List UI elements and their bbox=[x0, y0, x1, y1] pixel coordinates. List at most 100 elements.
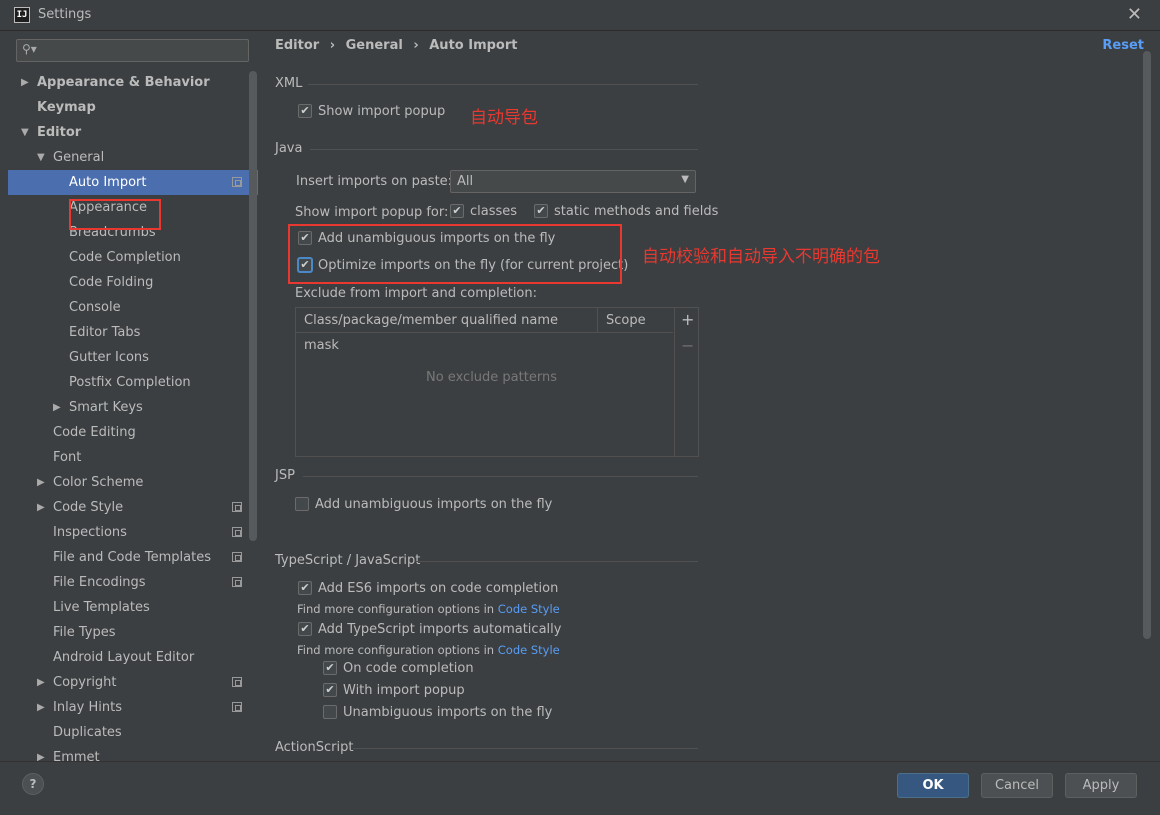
sidebar-item-label: General bbox=[53, 150, 105, 165]
chevron-right-icon[interactable]: ▶ bbox=[37, 745, 45, 761]
with-import-popup-checkbox[interactable]: ✔ With import popup bbox=[323, 682, 465, 701]
chevron-right-icon[interactable]: ▶ bbox=[37, 695, 45, 720]
sidebar-item-postfix-completion[interactable]: Postfix Completion bbox=[8, 370, 258, 395]
sidebar-item-label: Smart Keys bbox=[69, 400, 143, 415]
popup-classes-checkbox[interactable]: ✔ classes bbox=[450, 203, 517, 222]
checkbox-checked-icon: ✔ bbox=[298, 621, 312, 636]
sidebar-item-duplicates[interactable]: Duplicates bbox=[8, 720, 258, 745]
sidebar-item-label: File and Code Templates bbox=[53, 550, 211, 565]
chevron-right-icon[interactable]: ▶ bbox=[53, 395, 61, 420]
find-more-text: Find more configuration options in Code … bbox=[297, 602, 560, 616]
es6-imports-checkbox[interactable]: ✔ Add ES6 imports on code completion bbox=[298, 580, 558, 599]
sidebar-item-file-encodings[interactable]: File Encodings bbox=[8, 570, 258, 595]
sidebar-item-file-types[interactable]: File Types bbox=[8, 620, 258, 645]
help-button[interactable]: ? bbox=[22, 773, 44, 795]
search-input[interactable]: ⚲▾ bbox=[16, 39, 249, 62]
sidebar-item-label: File Types bbox=[53, 625, 116, 640]
sidebar-item-code-style[interactable]: ▶ Code Style bbox=[8, 495, 258, 520]
unambiguous-imports-checkbox[interactable]: Unambiguous imports on the fly bbox=[323, 704, 552, 723]
section-jsp-title: JSP bbox=[275, 468, 295, 483]
section-xml-title: XML bbox=[275, 76, 303, 91]
settings-sidebar: ⚲▾ ▶ Appearance & Behavior Keymap ▼ Editor ▼ G… bbox=[8, 31, 258, 761]
jsp-add-unambiguous-checkbox[interactable]: Add unambiguous imports on the fly bbox=[295, 496, 552, 515]
breadcrumb-general[interactable]: General bbox=[346, 38, 403, 53]
sidebar-item-inspections[interactable]: Inspections bbox=[8, 520, 258, 545]
sidebar-item-label: Live Templates bbox=[53, 600, 150, 615]
section-divider bbox=[353, 748, 698, 749]
insert-imports-label: Insert imports on paste: bbox=[296, 174, 453, 189]
sidebar-item-label: Auto Import bbox=[69, 175, 147, 190]
project-scope-icon bbox=[232, 702, 242, 712]
sidebar-scrollbar[interactable] bbox=[249, 71, 257, 541]
close-icon[interactable]: ✕ bbox=[1127, 4, 1142, 25]
content-scrollbar[interactable] bbox=[1143, 51, 1151, 639]
breadcrumb-separator: › bbox=[329, 38, 336, 53]
chevron-down-icon[interactable]: ▼ bbox=[21, 120, 29, 145]
on-code-completion-checkbox[interactable]: ✔ On code completion bbox=[323, 660, 474, 679]
checkbox-checked-icon: ✔ bbox=[298, 103, 312, 118]
sidebar-item-label: Editor bbox=[37, 125, 82, 140]
sidebar-item-android-layout-editor[interactable]: Android Layout Editor bbox=[8, 645, 258, 670]
column-header-mask[interactable]: Class/package/member qualified name mask bbox=[296, 308, 598, 353]
sidebar-item-emmet[interactable]: ▶ Emmet bbox=[8, 745, 258, 761]
sidebar-item-live-templates[interactable]: Live Templates bbox=[8, 595, 258, 620]
chevron-right-icon[interactable]: ▶ bbox=[37, 670, 45, 695]
sidebar-item-code-folding[interactable]: Code Folding bbox=[8, 270, 258, 295]
sidebar-item-console[interactable]: Console bbox=[8, 295, 258, 320]
apply-button[interactable]: Apply bbox=[1065, 773, 1137, 798]
sidebar-item-editor-tabs[interactable]: Editor Tabs bbox=[8, 320, 258, 345]
insert-imports-dropdown[interactable]: All ▼ bbox=[450, 170, 696, 193]
cancel-button[interactable]: Cancel bbox=[981, 773, 1053, 798]
column-header-scope[interactable]: Scope bbox=[598, 308, 673, 333]
sidebar-item-general[interactable]: ▼ General bbox=[8, 145, 258, 170]
section-divider bbox=[303, 476, 698, 477]
chevron-down-icon: ▼ bbox=[681, 174, 689, 185]
intellij-app-icon: IJ bbox=[14, 7, 30, 23]
project-scope-icon bbox=[232, 552, 242, 562]
typescript-imports-checkbox[interactable]: ✔ Add TypeScript imports automatically bbox=[298, 621, 561, 640]
sidebar-item-inlay-hints[interactable]: ▶ Inlay Hints bbox=[8, 695, 258, 720]
sidebar-item-label: Keymap bbox=[37, 100, 96, 115]
section-java-title: Java bbox=[275, 141, 303, 156]
project-scope-icon bbox=[232, 502, 242, 512]
ok-button[interactable]: OK bbox=[897, 773, 969, 798]
checkbox-checked-icon: ✔ bbox=[534, 203, 548, 218]
reset-link[interactable]: Reset bbox=[1102, 38, 1144, 53]
sidebar-item-file-and-code-templates[interactable]: File and Code Templates bbox=[8, 545, 258, 570]
sidebar-item-smart-keys[interactable]: ▶ Smart Keys bbox=[8, 395, 258, 420]
chevron-down-icon[interactable]: ▼ bbox=[37, 145, 45, 170]
sidebar-item-label: Code Completion bbox=[69, 250, 181, 265]
breadcrumb-editor[interactable]: Editor bbox=[275, 38, 319, 53]
section-actionscript-title: ActionScript bbox=[275, 740, 354, 755]
code-style-link[interactable]: Code Style bbox=[498, 602, 560, 616]
sidebar-item-font[interactable]: Font bbox=[8, 445, 258, 470]
sidebar-item-auto-import[interactable]: Auto Import bbox=[8, 170, 258, 195]
sidebar-item-label: Code Editing bbox=[53, 425, 136, 440]
checkbox-checked-icon: ✔ bbox=[450, 203, 464, 218]
chevron-right-icon[interactable]: ▶ bbox=[21, 70, 29, 95]
sidebar-item-keymap[interactable]: Keymap bbox=[8, 95, 258, 120]
remove-icon[interactable]: − bbox=[681, 336, 694, 355]
annotation-box-java-options bbox=[288, 224, 622, 284]
sidebar-item-color-scheme[interactable]: ▶ Color Scheme bbox=[8, 470, 258, 495]
code-style-link[interactable]: Code Style bbox=[498, 643, 560, 657]
sidebar-item-copyright[interactable]: ▶ Copyright bbox=[8, 670, 258, 695]
sidebar-item-editor[interactable]: ▼ Editor bbox=[8, 120, 258, 145]
popup-static-methods-checkbox[interactable]: ✔ static methods and fields bbox=[534, 203, 718, 222]
xml-show-import-popup-checkbox[interactable]: ✔ Show import popup bbox=[298, 103, 445, 122]
sidebar-item-appearance-behavior[interactable]: ▶ Appearance & Behavior bbox=[8, 70, 258, 95]
section-divider bbox=[308, 84, 698, 85]
sidebar-item-code-editing[interactable]: Code Editing bbox=[8, 420, 258, 445]
add-icon[interactable]: + bbox=[681, 310, 694, 329]
sidebar-item-label: Color Scheme bbox=[53, 475, 144, 490]
chevron-right-icon[interactable]: ▶ bbox=[37, 495, 45, 520]
sidebar-item-code-completion[interactable]: Code Completion bbox=[8, 245, 258, 270]
project-scope-icon bbox=[232, 677, 242, 687]
sidebar-item-label: File Encodings bbox=[53, 575, 146, 590]
window-title: Settings bbox=[38, 7, 92, 22]
section-divider bbox=[310, 149, 698, 150]
sidebar-item-label: Inlay Hints bbox=[53, 700, 122, 715]
chevron-right-icon[interactable]: ▶ bbox=[37, 470, 45, 495]
dropdown-value: All bbox=[457, 174, 474, 189]
sidebar-item-gutter-icons[interactable]: Gutter Icons bbox=[8, 345, 258, 370]
